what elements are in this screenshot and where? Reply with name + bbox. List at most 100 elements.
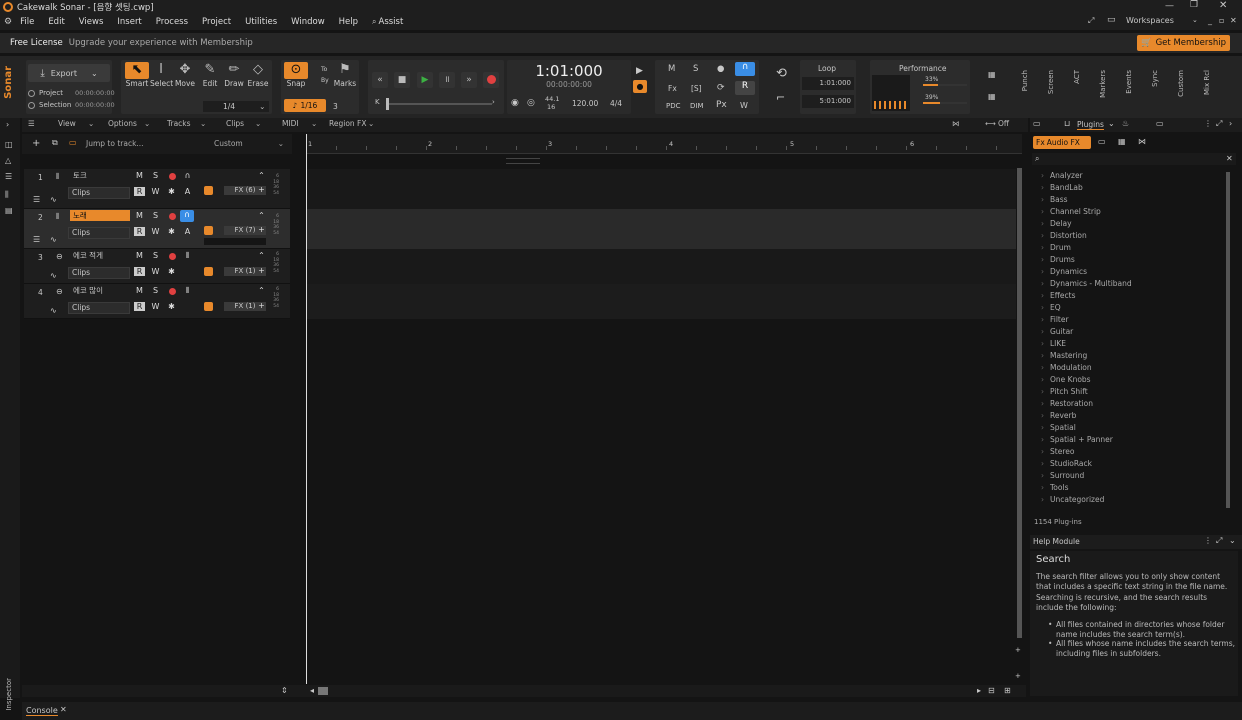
clips-dropdown[interactable]: Clips — [68, 227, 130, 239]
menu-window[interactable]: Window — [291, 17, 325, 27]
plugin-search-input[interactable]: ⌕ ✕ — [1032, 153, 1236, 165]
add-fx-icon[interactable]: + — [256, 185, 267, 194]
rewind-button[interactable]: « — [372, 72, 388, 88]
help-menu-icon[interactable]: ⋮ — [1204, 536, 1212, 545]
plugin-category-item[interactable]: › Effects — [1041, 291, 1076, 300]
solo-all-button[interactable]: S — [693, 64, 698, 74]
time-display[interactable]: 1:01:000 — [507, 62, 631, 80]
plugin-category-item[interactable]: › Reverb — [1041, 411, 1076, 420]
plugin-category-item[interactable]: › Guitar — [1041, 327, 1073, 336]
panel-menu-icon[interactable]: ⋮ — [1204, 119, 1212, 128]
record-all-icon[interactable]: ● — [717, 64, 724, 74]
automation-lane-icon[interactable]: ∿ — [50, 235, 57, 244]
export-button[interactable]: ⤓ Export ⌄ — [28, 64, 110, 82]
selection-radio[interactable] — [28, 102, 35, 109]
read-button[interactable]: R — [134, 267, 145, 276]
zoom-out-vertical-icon[interactable]: + — [1015, 672, 1021, 680]
plugin-category-item[interactable]: › BandLab — [1041, 183, 1083, 192]
tab-punch[interactable]: Punch — [1021, 70, 1029, 91]
track-name[interactable]: 에코 많이 — [70, 285, 130, 296]
midi-fx-filter-icon[interactable]: ▭ — [1098, 137, 1106, 146]
strip-icon[interactable]: ◫ — [5, 140, 13, 149]
mute-all-button[interactable]: M — [668, 64, 675, 74]
close-console-icon[interactable]: ✕ — [60, 705, 67, 714]
tool-resolution-dropdown[interactable]: 1/4 ⌄ — [203, 101, 269, 112]
plugin-category-item[interactable]: › Surround — [1041, 471, 1084, 480]
read-button[interactable]: R — [134, 187, 145, 196]
doc-close-button[interactable]: ✕ — [1230, 16, 1237, 25]
sort-filter-icon[interactable]: ⋈ — [1138, 137, 1146, 146]
plugin-category-item[interactable]: › LIKE — [1041, 339, 1066, 348]
clips-dropdown[interactable]: Clips — [68, 302, 130, 314]
scroll-right-icon[interactable]: ▸ — [977, 686, 981, 695]
zoom-in-icon[interactable]: ⊞ — [1004, 686, 1011, 695]
select-tool[interactable]: I Select — [150, 62, 173, 88]
warning-icon[interactable]: △ — [5, 156, 11, 165]
skip-start-icon[interactable]: K — [375, 98, 380, 106]
tracks-menu[interactable]: Tracks — [167, 119, 191, 128]
track-area-splitter[interactable] — [506, 158, 540, 164]
track-name[interactable]: 에코 적게 — [70, 250, 130, 261]
menu-assist[interactable]: Assist — [379, 17, 404, 27]
workspaces-dropdown[interactable]: Workspaces — [1126, 16, 1174, 25]
snap-offset-icon[interactable]: ⟷ — [985, 119, 996, 128]
read-button[interactable]: R — [134, 302, 145, 311]
automation-lane-icon[interactable]: ∿ — [50, 271, 57, 280]
tab-mix-recall[interactable]: Mix Rcl — [1203, 70, 1211, 95]
pdc-button[interactable]: PDC — [666, 102, 681, 110]
undock-icon[interactable]: ⤢ — [1216, 119, 1222, 129]
fx-power-icon[interactable] — [204, 302, 213, 311]
scroll-left-icon[interactable]: ◂ — [310, 686, 314, 695]
plugin-category-item[interactable]: › Tools — [1041, 483, 1068, 492]
plugin-category-item[interactable]: › Pitch Shift — [1041, 387, 1088, 396]
plugin-category-item[interactable]: › Channel Strip — [1041, 207, 1101, 216]
clip-lane-4[interactable] — [306, 284, 1016, 319]
add-fx-icon[interactable]: + — [256, 301, 267, 310]
menu-project[interactable]: Project — [202, 17, 231, 27]
plugin-category-item[interactable]: › Dynamics — [1041, 267, 1087, 276]
track-4[interactable]: 4 ⊖ 에코 많이 M S ⫴ ⌃ ∿ Clips R W ✱ FX (1) +… — [24, 284, 290, 319]
tab-events[interactable]: Events — [1125, 70, 1133, 94]
track-list-icon[interactable]: ☰ — [33, 195, 40, 204]
plugin-category-item[interactable]: › Spatial + Panner — [1041, 435, 1113, 444]
track-2[interactable]: 2 ⫴ 노래 M S ∩ ⌃ ☰ ∿ Clips R W ✱ A FX (7) … — [24, 209, 290, 249]
position-slider-thumb[interactable] — [386, 98, 389, 110]
play-from-icon[interactable]: ▶ — [636, 66, 643, 76]
duplicate-track-icon[interactable]: ⧉ — [52, 138, 58, 148]
upgrade-text[interactable]: Upgrade your experience with Membership — [69, 38, 253, 48]
tab-markers[interactable]: Markers — [1099, 70, 1107, 98]
write-button[interactable]: W — [150, 227, 161, 236]
menu-file[interactable]: File — [20, 17, 34, 27]
add-fx-icon[interactable]: + — [256, 266, 267, 275]
chevron-down-icon[interactable]: ⌄ — [1192, 16, 1198, 24]
clip-lane-1[interactable] — [306, 169, 1016, 209]
snap-off-label[interactable]: Off — [998, 119, 1009, 128]
record-mode-button[interactable]: ● — [633, 80, 647, 93]
track-name[interactable]: 노래 — [70, 210, 130, 221]
list-icon[interactable]: ☰ — [5, 172, 12, 181]
plugin-category-item[interactable]: › Filter — [1041, 315, 1069, 324]
zoom-out-icon[interactable]: ⊟ — [988, 686, 995, 695]
plugin-category-item[interactable]: › Stereo — [1041, 447, 1074, 456]
snap-resolution-button[interactable]: ♪ 1/16 — [284, 99, 326, 112]
input-icon[interactable]: ⫴ — [182, 286, 193, 296]
collapse-icon[interactable]: ⌃ — [256, 286, 267, 295]
jump-to-track[interactable]: Jump to track... — [86, 139, 144, 148]
get-membership-button[interactable]: 🛒 Get Membership — [1137, 35, 1230, 51]
sonar-menu-icon[interactable]: ⚙ — [4, 17, 12, 27]
snap-marks[interactable]: ⚑ Marks — [333, 62, 357, 88]
expand-icon[interactable]: › — [6, 120, 9, 129]
layout-icon[interactable]: ▦ — [988, 92, 996, 101]
plugin-category-item[interactable]: › EQ — [1041, 303, 1061, 312]
plugin-list-scrollbar[interactable] — [1226, 172, 1230, 508]
now-time-cursor[interactable] — [306, 134, 307, 684]
automation-icon[interactable]: ⋈ — [952, 119, 960, 128]
volume-slider[interactable] — [204, 238, 266, 245]
doc-minimize-button[interactable]: _ — [1208, 16, 1212, 25]
position-slider[interactable] — [388, 103, 492, 105]
mute-button[interactable]: M — [134, 171, 145, 180]
maximize-button[interactable]: ❐ — [1190, 0, 1198, 10]
plugin-category-item[interactable]: › Analyzer — [1041, 171, 1083, 180]
tab-screen[interactable]: Screen — [1047, 70, 1055, 94]
input-echo-icon[interactable]: ✱ — [166, 227, 177, 236]
